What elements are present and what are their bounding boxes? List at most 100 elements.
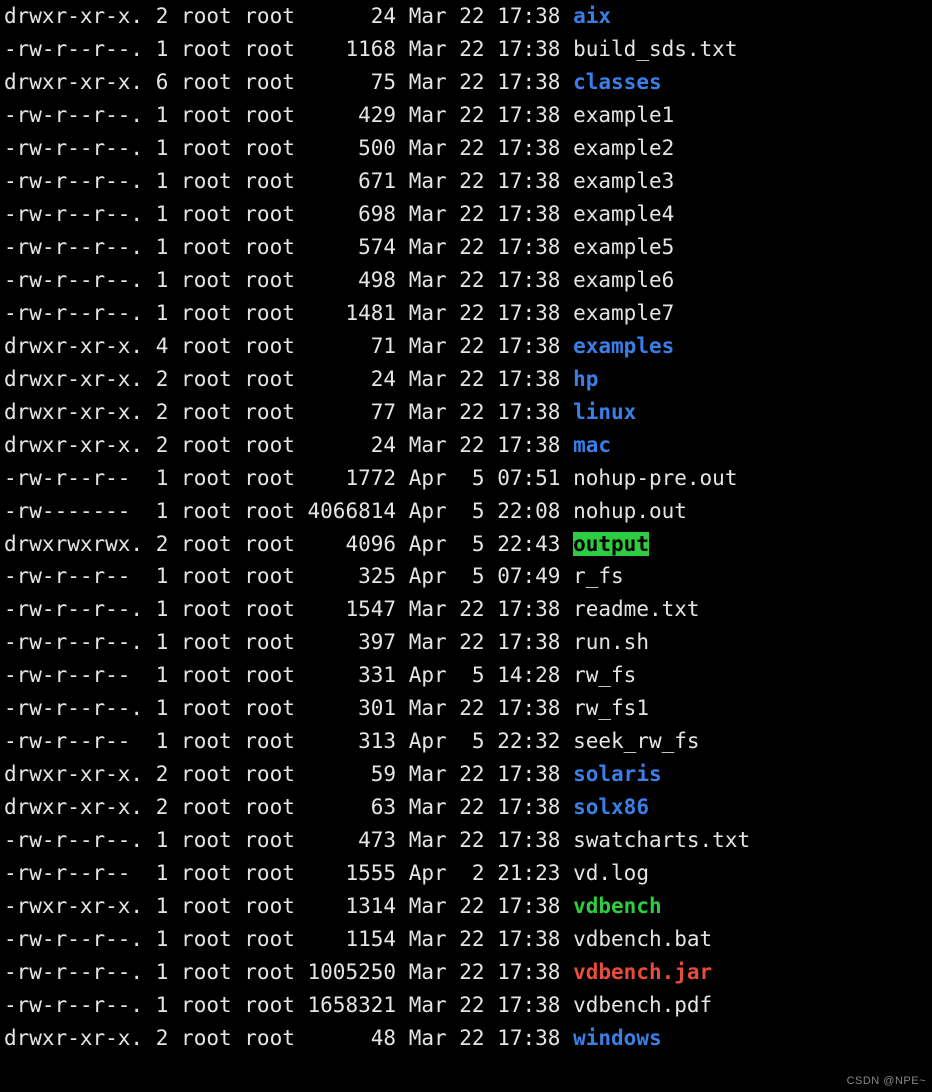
- owner: root: [181, 762, 232, 786]
- group: root: [244, 235, 295, 259]
- owner: root: [181, 235, 232, 259]
- link-count: 1: [156, 828, 169, 852]
- month: Mar: [409, 993, 447, 1017]
- listing-row: -rw-r--r--. 1 root root 1547 Mar 22 17:3…: [4, 593, 928, 626]
- listing-row: -rw-r--r--. 1 root root 397 Mar 22 17:38…: [4, 626, 928, 659]
- listing-row: -rw-r--r--. 1 root root 671 Mar 22 17:38…: [4, 165, 928, 198]
- day: 22: [459, 235, 484, 259]
- size: 301: [308, 696, 397, 720]
- group: root: [244, 828, 295, 852]
- owner: root: [181, 564, 232, 588]
- file-name: example1: [573, 103, 674, 127]
- group: root: [244, 169, 295, 193]
- day: 5: [459, 564, 484, 588]
- time: 17:38: [497, 103, 560, 127]
- owner: root: [181, 894, 232, 918]
- perms: drwxr-xr-x.: [4, 334, 143, 358]
- link-count: 2: [156, 4, 169, 28]
- size: 4096: [308, 532, 397, 556]
- owner: root: [181, 136, 232, 160]
- month: Mar: [409, 268, 447, 292]
- size: 698: [308, 202, 397, 226]
- size: 59: [308, 762, 397, 786]
- group: root: [244, 466, 295, 490]
- file-name: vdbench: [573, 894, 662, 918]
- file-name: vdbench.jar: [573, 960, 712, 984]
- listing-row: -rw-r--r--. 1 root root 1005250 Mar 22 1…: [4, 956, 928, 989]
- perms: drwxr-xr-x.: [4, 400, 143, 424]
- time: 17:38: [497, 70, 560, 94]
- perms: -rw-r--r--.: [4, 597, 143, 621]
- size: 498: [308, 268, 397, 292]
- group: root: [244, 37, 295, 61]
- perms: -rw-r--r--.: [4, 927, 143, 951]
- link-count: 1: [156, 466, 169, 490]
- perms: -rw-r--r--.: [4, 301, 143, 325]
- month: Mar: [409, 136, 447, 160]
- link-count: 1: [156, 202, 169, 226]
- day: 22: [459, 37, 484, 61]
- month: Mar: [409, 367, 447, 391]
- listing-row: drwxr-xr-x. 2 root root 24 Mar 22 17:38 …: [4, 429, 928, 462]
- link-count: 1: [156, 861, 169, 885]
- link-count: 2: [156, 433, 169, 457]
- time: 07:51: [497, 466, 560, 490]
- size: 71: [308, 334, 397, 358]
- size: 1772: [308, 466, 397, 490]
- perms: -rw-r--r--.: [4, 103, 143, 127]
- listing-row: -rw-r--r--. 1 root root 1168 Mar 22 17:3…: [4, 33, 928, 66]
- time: 17:38: [497, 433, 560, 457]
- group: root: [244, 993, 295, 1017]
- group: root: [244, 894, 295, 918]
- perms: -rw-------: [4, 499, 143, 523]
- month: Mar: [409, 960, 447, 984]
- owner: root: [181, 301, 232, 325]
- size: 1005250: [308, 960, 397, 984]
- size: 500: [308, 136, 397, 160]
- time: 17:38: [497, 301, 560, 325]
- month: Mar: [409, 400, 447, 424]
- listing-row: drwxr-xr-x. 2 root root 48 Mar 22 17:38 …: [4, 1022, 928, 1055]
- file-name: example5: [573, 235, 674, 259]
- time: 17:38: [497, 400, 560, 424]
- file-name: seek_rw_fs: [573, 729, 699, 753]
- listing-row: drwxr-xr-x. 2 root root 59 Mar 22 17:38 …: [4, 758, 928, 791]
- month: Mar: [409, 70, 447, 94]
- file-name: aix: [573, 4, 611, 28]
- time: 17:38: [497, 630, 560, 654]
- day: 22: [459, 202, 484, 226]
- size: 63: [308, 795, 397, 819]
- link-count: 1: [156, 37, 169, 61]
- owner: root: [181, 696, 232, 720]
- group: root: [244, 202, 295, 226]
- listing-row: -rw-r--r--. 1 root root 473 Mar 22 17:38…: [4, 824, 928, 857]
- file-name: vd.log: [573, 861, 649, 885]
- link-count: 1: [156, 564, 169, 588]
- time: 17:38: [497, 927, 560, 951]
- listing-row: drwxr-xr-x. 2 root root 63 Mar 22 17:38 …: [4, 791, 928, 824]
- listing-row: -rw-r--r--. 1 root root 1481 Mar 22 17:3…: [4, 297, 928, 330]
- link-count: 1: [156, 268, 169, 292]
- link-count: 1: [156, 301, 169, 325]
- owner: root: [181, 861, 232, 885]
- size: 48: [308, 1026, 397, 1050]
- file-name: classes: [573, 70, 662, 94]
- file-name: rw_fs: [573, 663, 636, 687]
- owner: root: [181, 202, 232, 226]
- time: 17:38: [497, 960, 560, 984]
- owner: root: [181, 268, 232, 292]
- size: 671: [308, 169, 397, 193]
- size: 24: [308, 4, 397, 28]
- time: 17:38: [497, 993, 560, 1017]
- perms: -rw-r--r--.: [4, 37, 143, 61]
- file-name: mac: [573, 433, 611, 457]
- owner: root: [181, 334, 232, 358]
- size: 574: [308, 235, 397, 259]
- perms: drwxr-xr-x.: [4, 70, 143, 94]
- time: 17:38: [497, 828, 560, 852]
- perms: drwxr-xr-x.: [4, 433, 143, 457]
- terminal-output[interactable]: drwxr-xr-x. 2 root root 24 Mar 22 17:38 …: [0, 0, 932, 1055]
- file-name: example6: [573, 268, 674, 292]
- time: 17:38: [497, 597, 560, 621]
- listing-row: drwxr-xr-x. 6 root root 75 Mar 22 17:38 …: [4, 66, 928, 99]
